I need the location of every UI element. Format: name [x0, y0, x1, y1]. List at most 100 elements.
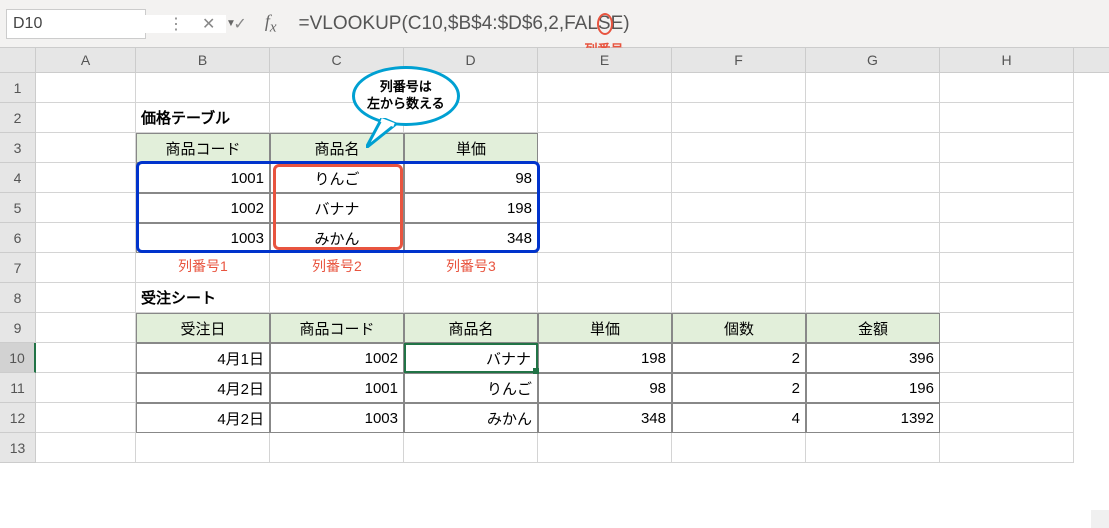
cell[interactable] — [36, 193, 136, 223]
cell[interactable]: りんご — [270, 163, 404, 193]
cell[interactable] — [940, 343, 1074, 373]
t2-header-code[interactable]: 商品コード — [270, 313, 404, 343]
row-header[interactable]: 3 — [0, 133, 36, 163]
cell[interactable] — [136, 73, 270, 103]
cell[interactable] — [806, 193, 940, 223]
cell[interactable] — [36, 433, 136, 463]
cell[interactable] — [538, 433, 672, 463]
cell[interactable]: 4 — [672, 403, 806, 433]
cell[interactable] — [36, 283, 136, 313]
cell[interactable] — [404, 103, 538, 133]
cell[interactable] — [404, 283, 538, 313]
price-table-title[interactable]: 価格テーブル — [136, 103, 270, 133]
cell[interactable] — [538, 103, 672, 133]
cell[interactable] — [538, 133, 672, 163]
cell[interactable] — [36, 223, 136, 253]
row-header[interactable]: 13 — [0, 433, 36, 463]
cell[interactable]: 198 — [538, 343, 672, 373]
cell[interactable] — [940, 403, 1074, 433]
cell[interactable] — [672, 253, 806, 283]
cell[interactable] — [270, 73, 404, 103]
cell[interactable] — [36, 133, 136, 163]
cell[interactable]: 4月2日 — [136, 403, 270, 433]
cell[interactable] — [270, 283, 404, 313]
row-header[interactable]: 6 — [0, 223, 36, 253]
cell[interactable]: 1001 — [136, 163, 270, 193]
cell[interactable] — [806, 223, 940, 253]
cell[interactable] — [404, 73, 538, 103]
cell[interactable] — [36, 253, 136, 283]
cell[interactable] — [672, 103, 806, 133]
cell[interactable] — [806, 73, 940, 103]
row-header[interactable]: 9 — [0, 313, 36, 343]
name-box[interactable]: ▼ — [6, 9, 146, 39]
col-header[interactable]: D — [404, 48, 538, 72]
enter-icon[interactable]: ✓ — [233, 14, 246, 34]
cell[interactable] — [36, 403, 136, 433]
cell[interactable] — [672, 433, 806, 463]
cell[interactable]: 1002 — [270, 343, 404, 373]
cell[interactable]: 98 — [404, 163, 538, 193]
cell[interactable]: 98 — [538, 373, 672, 403]
cell[interactable]: りんご — [404, 373, 538, 403]
cell[interactable]: 4月1日 — [136, 343, 270, 373]
cell[interactable] — [672, 223, 806, 253]
cell[interactable]: 198 — [404, 193, 538, 223]
cell[interactable] — [36, 343, 136, 373]
cell[interactable] — [940, 433, 1074, 463]
t2-header-amt[interactable]: 金額 — [806, 313, 940, 343]
cell[interactable] — [940, 223, 1074, 253]
cell[interactable] — [806, 253, 940, 283]
t2-header-name[interactable]: 商品名 — [404, 313, 538, 343]
cell[interactable]: 1002 — [136, 193, 270, 223]
row-header[interactable]: 12 — [0, 403, 36, 433]
t2-header-date[interactable]: 受注日 — [136, 313, 270, 343]
row-header[interactable]: 8 — [0, 283, 36, 313]
cell[interactable] — [36, 163, 136, 193]
cell[interactable]: 348 — [404, 223, 538, 253]
cell[interactable] — [806, 163, 940, 193]
col-header[interactable]: B — [136, 48, 270, 72]
t1-header-price[interactable]: 単価 — [404, 133, 538, 163]
cell[interactable] — [538, 223, 672, 253]
cell[interactable] — [36, 103, 136, 133]
col-header[interactable]: G — [806, 48, 940, 72]
cell[interactable] — [672, 163, 806, 193]
col-header[interactable]: C — [270, 48, 404, 72]
order-sheet-title[interactable]: 受注シート — [136, 283, 270, 313]
cell[interactable]: 196 — [806, 373, 940, 403]
cell[interactable] — [270, 253, 404, 283]
cell[interactable] — [538, 73, 672, 103]
select-all-corner[interactable] — [0, 48, 36, 72]
cell[interactable]: 1001 — [270, 373, 404, 403]
cell[interactable]: 1003 — [136, 223, 270, 253]
row-header[interactable]: 2 — [0, 103, 36, 133]
col-header[interactable]: A — [36, 48, 136, 72]
fx-icon[interactable]: fx — [265, 11, 277, 37]
col-header[interactable]: F — [672, 48, 806, 72]
ellipsis-icon[interactable]: ⋮ — [168, 14, 184, 34]
cell[interactable] — [940, 193, 1074, 223]
cell[interactable] — [538, 193, 672, 223]
cell[interactable]: バナナ — [270, 193, 404, 223]
cell[interactable] — [672, 193, 806, 223]
col-header[interactable]: H — [940, 48, 1074, 72]
cell[interactable] — [940, 373, 1074, 403]
cell[interactable] — [36, 373, 136, 403]
cell[interactable]: 4月2日 — [136, 373, 270, 403]
cell[interactable] — [806, 283, 940, 313]
t1-header-code[interactable]: 商品コード — [136, 133, 270, 163]
cell[interactable] — [940, 133, 1074, 163]
cell[interactable] — [538, 253, 672, 283]
cell[interactable] — [270, 433, 404, 463]
cell[interactable]: 2 — [672, 373, 806, 403]
cell[interactable] — [806, 103, 940, 133]
cell[interactable] — [404, 253, 538, 283]
cell[interactable] — [940, 163, 1074, 193]
cell[interactable] — [538, 163, 672, 193]
cancel-icon[interactable]: ✕ — [202, 14, 215, 34]
cell[interactable] — [940, 313, 1074, 343]
cell[interactable] — [940, 73, 1074, 103]
cell[interactable] — [136, 433, 270, 463]
row-header[interactable]: 10 — [0, 343, 36, 373]
